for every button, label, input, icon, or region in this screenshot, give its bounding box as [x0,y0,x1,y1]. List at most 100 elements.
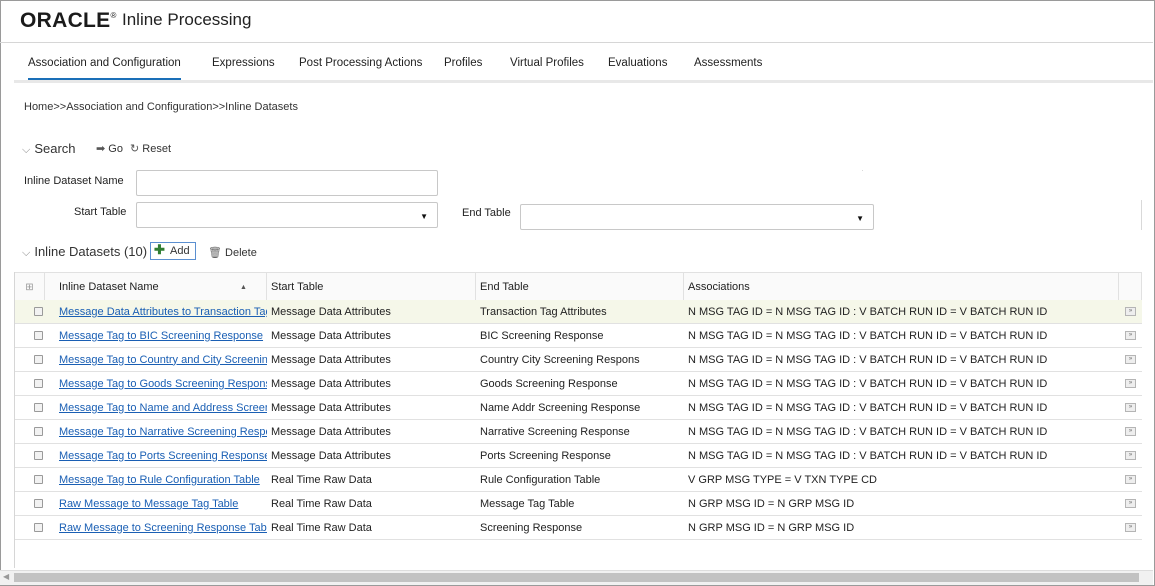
row-checkbox[interactable] [34,451,43,460]
table-row[interactable]: Message Tag to Country and City Screenin… [15,348,1142,372]
tab-assessments[interactable]: Assessments [694,57,762,69]
start-table-cell: Message Data Attributes [271,329,391,342]
dataset-name-link[interactable]: Raw Message to Message Tag Table [59,498,238,510]
row-checkbox[interactable] [34,403,43,412]
row-more-cell: » [1119,420,1142,443]
dataset-name-link[interactable]: Message Tag to Goods Screening Response [59,378,267,390]
tab-post-processing-actions[interactable]: Post Processing Actions [299,57,422,69]
row-checkbox-cell [15,516,45,539]
column-header-inline-dataset-name[interactable]: Inline Dataset Name ▲ [45,273,267,301]
expand-icon[interactable]: » [1125,475,1136,484]
row-checkbox[interactable] [34,427,43,436]
expand-icon[interactable]: » [1125,523,1136,532]
end-table-cell: Name Addr Screening Response [480,401,641,414]
dataset-name-cell: Message Tag to Name and Address Screenin… [45,396,267,419]
associations-cell: N MSG TAG ID = N MSG TAG ID : V BATCH RU… [688,449,1048,462]
row-checkbox[interactable] [34,379,43,388]
row-more-cell: » [1119,468,1142,491]
end-table-cell: Narrative Screening Response [480,425,630,438]
scroll-left-icon[interactable]: ◀ [3,572,9,581]
expand-icon[interactable]: » [1125,403,1136,412]
divider [862,170,863,171]
row-checkbox[interactable] [34,523,43,532]
start-table-cell: Real Time Raw Data [271,473,372,486]
row-checkbox-cell [15,300,45,323]
dataset-name-link[interactable]: Message Tag to Name and Address Screenin… [59,402,267,414]
search-title: Search [34,141,76,156]
associations-cell: N MSG TAG ID = N MSG TAG ID : V BATCH RU… [688,401,1048,414]
tab-expressions[interactable]: Expressions [212,57,275,69]
column-header-label: Start Table [271,281,324,293]
dataset-name-link[interactable]: Message Data Attributes to Transaction T… [59,306,267,318]
reset-button[interactable]: ↻ Reset [130,142,171,155]
row-more-cell: » [1119,396,1142,419]
inline-dataset-name-input[interactable] [136,170,438,196]
dataset-name-link[interactable]: Message Tag to Country and City Screenin… [59,354,267,366]
table-row[interactable]: Message Tag to Narrative Screening Respo… [15,420,1142,444]
table-row[interactable]: Message Data Attributes to Transaction T… [15,300,1142,324]
expand-icon[interactable]: » [1125,379,1136,388]
row-checkbox[interactable] [34,475,43,484]
tab-profiles[interactable]: Profiles [444,57,482,69]
row-more-cell: » [1119,492,1142,515]
start-table-select[interactable]: ▼ [136,202,438,228]
add-button[interactable]: ✚ Add [150,242,196,260]
row-checkbox-cell [15,396,45,419]
row-checkbox[interactable] [34,499,43,508]
column-header-associations[interactable]: Associations [684,273,1119,301]
start-table-cell: Message Data Attributes [271,377,391,390]
sort-ascending-icon[interactable]: ▲ [240,284,247,291]
dataset-name-link[interactable]: Message Tag to Narrative Screening Respo… [59,426,267,438]
dataset-name-link[interactable]: Message Tag to Rule Configuration Table [59,474,260,486]
delete-button[interactable]: 🗑 Delete [208,246,257,259]
tab-evaluations[interactable]: Evaluations [608,57,667,69]
table-row[interactable]: Message Tag to Goods Screening Response M… [15,372,1142,396]
row-checkbox[interactable] [34,331,43,340]
associations-cell: N MSG TAG ID = N MSG TAG ID : V BATCH RU… [688,377,1048,390]
start-table-cell: Message Data Attributes [271,353,391,366]
row-checkbox[interactable] [34,355,43,364]
dataset-name-link[interactable]: Message Tag to BIC Screening Response [59,330,263,342]
expand-icon[interactable]: » [1125,451,1136,460]
dataset-name-link[interactable]: Raw Message to Screening Response Table [59,522,267,534]
arrow-right-icon: ➡ [96,143,106,155]
scrollbar-thumb[interactable] [14,573,1139,582]
chevron-down-icon[interactable]: ⌵ [22,247,30,259]
tab-association-and-configuration[interactable]: Association and Configuration [28,57,181,80]
expand-icon[interactable]: » [1125,331,1136,340]
end-table-select[interactable]: ▼ [520,204,874,230]
row-checkbox[interactable] [34,307,43,316]
start-table-label: Start Table [74,206,127,218]
hierarchy-icon[interactable]: ⊞ [15,273,45,301]
associations-cell: N GRP MSG ID = N GRP MSG ID [688,497,855,510]
column-header-start-table[interactable]: Start Table [267,273,476,301]
dataset-name-link[interactable]: Message Tag to Ports Screening Response [59,450,267,462]
table-row[interactable]: Raw Message to Message Tag Table Real Tim… [15,492,1142,516]
horizontal-scrollbar[interactable]: ◀ [0,570,1153,585]
table-row[interactable]: Raw Message to Screening Response Table R… [15,516,1142,540]
dropdown-caret-icon: ▼ [420,212,428,221]
table-row[interactable]: Message Tag to BIC Screening Response Mes… [15,324,1142,348]
inline-datasets-count: (10) [123,244,148,259]
expand-icon[interactable]: » [1125,355,1136,364]
dataset-name-cell: Message Tag to Narrative Screening Respo… [45,420,267,443]
expand-icon[interactable]: » [1125,427,1136,436]
expand-icon[interactable]: » [1125,499,1136,508]
table-row[interactable]: Message Tag to Name and Address Screenin… [15,396,1142,420]
go-button[interactable]: ➡ Go [96,142,123,155]
tab-virtual-profiles[interactable]: Virtual Profiles [510,57,584,69]
inline-datasets-section-header[interactable]: ⌵ Inline Datasets (10) [22,244,147,260]
table-row[interactable]: Message Tag to Ports Screening Response M… [15,444,1142,468]
end-table-cell: Ports Screening Response [480,449,611,462]
row-checkbox-cell [15,492,45,515]
row-checkbox-cell [15,348,45,371]
end-table-cell: Message Tag Table [480,497,575,510]
chevron-down-icon[interactable]: ⌵ [22,144,30,156]
expand-icon[interactable]: » [1125,307,1136,316]
search-section-header[interactable]: ⌵ Search [22,141,76,157]
column-header-end-table[interactable]: End Table [476,273,684,301]
app-header: ORACLE® Inline Processing [0,0,1153,43]
table-row[interactable]: Message Tag to Rule Configuration Table R… [15,468,1142,492]
row-more-cell: » [1119,300,1142,323]
associations-cell: N MSG TAG ID = N MSG TAG ID : V BATCH RU… [688,305,1048,318]
